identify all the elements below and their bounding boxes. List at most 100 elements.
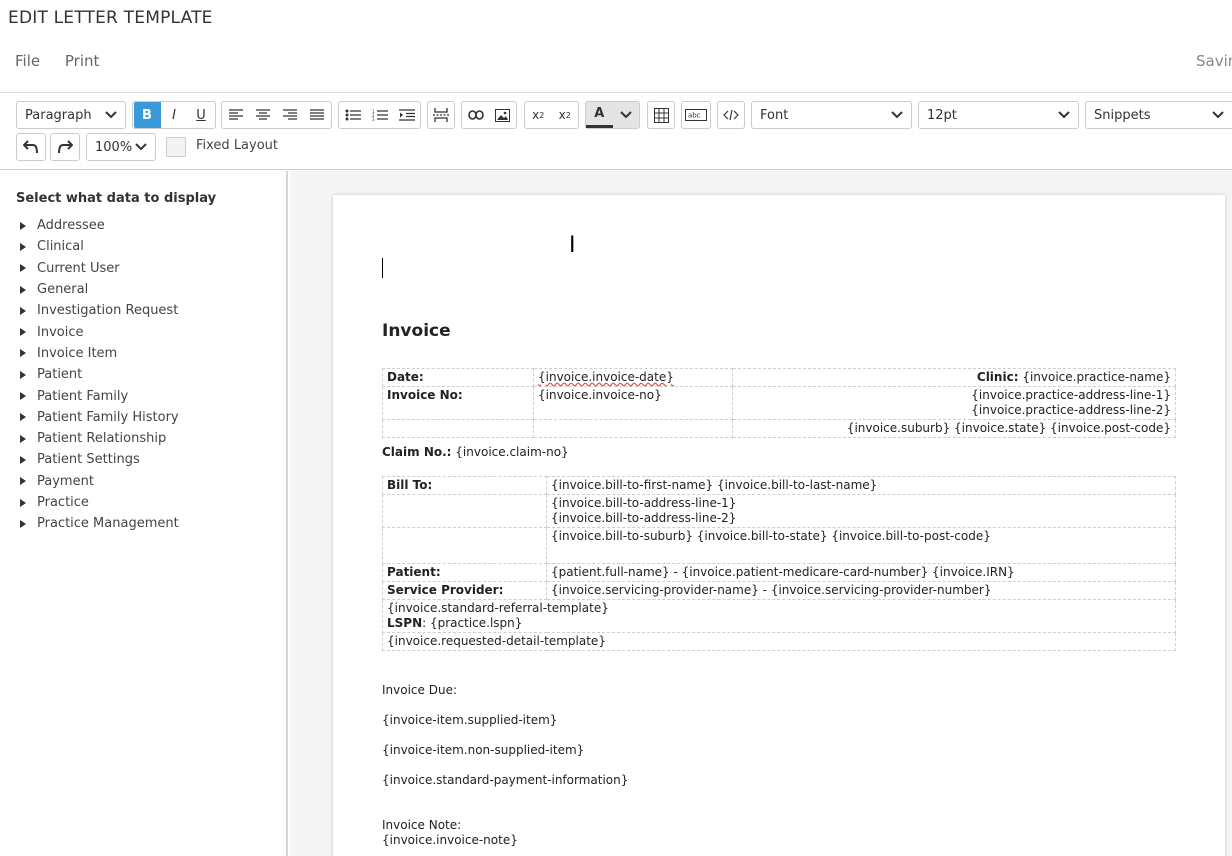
- source-code-button[interactable]: [717, 101, 745, 129]
- tree-item-practice-management[interactable]: Practice Management: [20, 513, 179, 534]
- empty-cell: [533, 419, 733, 438]
- undo-button[interactable]: [16, 133, 46, 161]
- bill-to-table[interactable]: Bill To: {invoice.bill-to-first-name} {i…: [382, 476, 1176, 651]
- tree-item-patient-family[interactable]: Patient Family: [20, 385, 179, 406]
- font-value: Font: [760, 107, 789, 123]
- page-title: EDIT LETTER TEMPLATE: [8, 8, 213, 28]
- expand-arrow-icon: [20, 370, 26, 379]
- claim-line: Claim No.: {invoice.claim-no}: [382, 445, 569, 459]
- tree-item-patient-relationship[interactable]: Patient Relationship: [20, 428, 179, 449]
- justify-button[interactable]: [304, 102, 331, 128]
- chevron-down-icon: [1058, 111, 1070, 119]
- code-icon: [723, 109, 739, 121]
- snippets-select[interactable]: Snippets: [1085, 101, 1232, 129]
- superscript-button[interactable]: x2: [552, 102, 579, 128]
- tree-item-label: Patient Family: [37, 388, 129, 404]
- bill-to-address: {invoice.bill-to-address-line-1} {invoice…: [546, 494, 1176, 528]
- page-break-button[interactable]: [427, 101, 455, 129]
- redo-icon: [58, 140, 73, 154]
- chevron-down-icon: [135, 143, 147, 151]
- snippets-value: Snippets: [1094, 107, 1151, 123]
- tree-item-label: General: [37, 282, 89, 298]
- referral-cell: {invoice.standard-referral-template} LSPN…: [382, 599, 1176, 633]
- redo-button[interactable]: [50, 133, 80, 161]
- tree-item-general[interactable]: General: [20, 279, 179, 300]
- tree-item-investigation-request[interactable]: Investigation Request: [20, 300, 179, 321]
- bill-to-address-line-2: {invoice.bill-to-address-line-2}: [551, 511, 737, 525]
- spellcheck-icon: abc: [685, 109, 707, 121]
- align-center-icon: [256, 109, 270, 120]
- patient-label: Patient:: [382, 563, 547, 582]
- align-right-icon: [283, 109, 297, 120]
- chevron-down-icon: [891, 111, 903, 119]
- indent-button[interactable]: [393, 102, 420, 128]
- tree-item-label: Patient: [37, 367, 83, 383]
- tree-item-label: Patient Family History: [37, 409, 179, 425]
- table-button[interactable]: [647, 101, 675, 129]
- justify-icon: [310, 109, 324, 120]
- image-button[interactable]: [489, 102, 516, 128]
- print-menu[interactable]: Print: [65, 52, 100, 70]
- tree-item-label: Invoice Item: [37, 345, 118, 361]
- spellcheck-button[interactable]: abc: [681, 101, 711, 129]
- expand-arrow-icon: [20, 242, 26, 251]
- italic-button[interactable]: I: [161, 102, 188, 128]
- font-select[interactable]: Font: [751, 101, 912, 129]
- tree-item-invoice-item[interactable]: Invoice Item: [20, 343, 179, 364]
- block-format-select[interactable]: Paragraph: [16, 101, 126, 129]
- invoice-header-table[interactable]: Date: {invoice.invoice-date} Clinic: {in…: [382, 368, 1176, 438]
- zoom-select[interactable]: 100%: [86, 133, 156, 161]
- subscript-button[interactable]: x2: [525, 102, 552, 128]
- numbered-list-button[interactable]: 123: [366, 102, 393, 128]
- align-left-button[interactable]: [223, 102, 250, 128]
- list-group: 123: [338, 101, 421, 129]
- invoice-due-label: Invoice Due:: [382, 683, 457, 697]
- tree-item-payment[interactable]: Payment: [20, 471, 179, 492]
- lspn-label: LSPN: [387, 616, 423, 630]
- link-button[interactable]: [462, 102, 489, 128]
- text-color-button[interactable]: A: [586, 102, 613, 128]
- font-size-select[interactable]: 12pt: [918, 101, 1079, 129]
- text-color-dropdown[interactable]: [613, 102, 640, 128]
- expand-arrow-icon: [20, 455, 26, 464]
- file-menu[interactable]: File: [15, 52, 40, 70]
- expand-arrow-icon: [20, 306, 26, 315]
- bullet-list-button[interactable]: [339, 102, 366, 128]
- date-placeholder: {invoice.invoice-date}: [538, 370, 674, 384]
- image-icon: [495, 108, 510, 122]
- align-center-button[interactable]: [250, 102, 277, 128]
- tree-item-patient-family-history[interactable]: Patient Family History: [20, 407, 179, 428]
- chevron-down-icon: [620, 111, 632, 119]
- tree-item-addressee[interactable]: Addressee: [20, 215, 179, 236]
- lspn-line: LSPN: {practice.lspn}: [387, 616, 523, 630]
- tree-item-current-user[interactable]: Current User: [20, 258, 179, 279]
- align-right-button[interactable]: [277, 102, 304, 128]
- svg-text:abc: abc: [688, 112, 701, 120]
- chevron-down-icon: [105, 111, 117, 119]
- non-supplied-item-line: {invoice-item.non-supplied-item}: [382, 743, 585, 757]
- bold-button[interactable]: B: [133, 102, 161, 128]
- bill-to-suburb: {invoice.bill-to-suburb} {invoice.bill-t…: [546, 527, 1176, 564]
- indent-icon: [398, 109, 415, 121]
- document-page[interactable]: I Invoice Date: {invoice.invoice-date} C…: [333, 195, 1225, 856]
- tree-item-label: Practice Management: [37, 516, 179, 532]
- undo-icon: [23, 140, 38, 154]
- tree-item-label: Investigation Request: [37, 303, 179, 319]
- tree-item-invoice[interactable]: Invoice: [20, 321, 179, 342]
- invoice-no-value: {invoice.invoice-no}: [533, 386, 733, 420]
- bill-to-name: {invoice.bill-to-first-name} {invoice.bi…: [546, 476, 1176, 495]
- clinic-label: Clinic:: [976, 370, 1019, 384]
- text-caret: [382, 258, 383, 278]
- underline-button[interactable]: U: [188, 102, 215, 128]
- tree-item-patient-settings[interactable]: Patient Settings: [20, 449, 179, 470]
- svg-text:3: 3: [372, 117, 375, 121]
- tree-item-patient[interactable]: Patient: [20, 364, 179, 385]
- empty-cell: [382, 419, 534, 438]
- clinic-cell: Clinic: {invoice.practice-name}: [732, 368, 1176, 387]
- tree-item-practice[interactable]: Practice: [20, 492, 179, 513]
- tree-item-clinical[interactable]: Clinical: [20, 236, 179, 257]
- invoice-note-value: {invoice.invoice-note}: [382, 833, 518, 847]
- link-icon: [467, 110, 484, 120]
- fixed-layout-checkbox[interactable]: [166, 137, 186, 157]
- document-canvas[interactable]: I Invoice Date: {invoice.invoice-date} C…: [290, 171, 1232, 856]
